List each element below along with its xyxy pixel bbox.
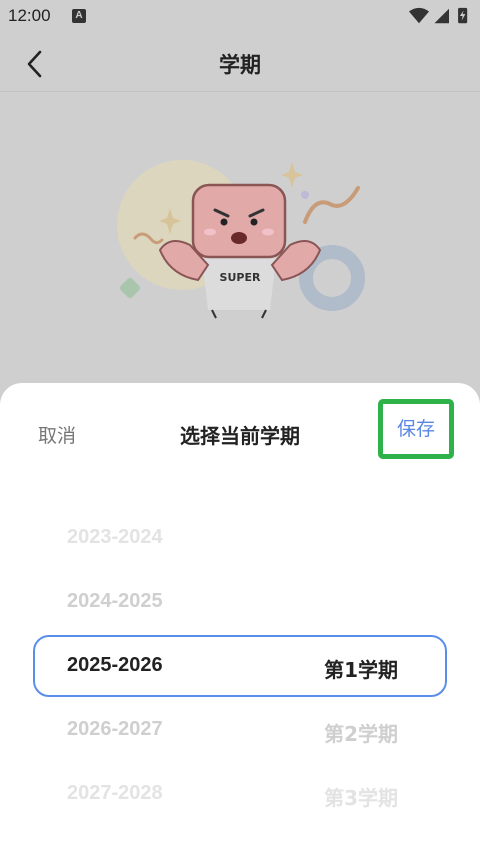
page-title: 学期 <box>219 53 261 77</box>
term-option-selected[interactable]: 第1学期 <box>324 654 398 683</box>
status-bar: 12:00 A <box>0 0 480 34</box>
status-icons <box>409 7 468 24</box>
semester-picker[interactable]: 2023-2024 2024-2025 2025-2026 第1学期 2026-… <box>0 509 480 849</box>
year-option-selected[interactable]: 2025-2026 <box>67 654 163 677</box>
wifi-icon <box>409 7 429 24</box>
status-time: 12:00 <box>8 6 51 25</box>
mascot-illustration: SUPER <box>117 160 365 319</box>
year-option[interactable]: 2023-2024 <box>67 526 163 549</box>
picker-row[interactable]: 2024-2025 <box>0 573 480 633</box>
shirt-text: SUPER <box>220 271 261 284</box>
notification-icon: A <box>72 9 86 23</box>
save-button[interactable]: 保存 <box>378 399 454 459</box>
term-option[interactable]: 第3学期 <box>324 782 398 811</box>
picker-row[interactable]: 2023-2024 <box>0 509 480 569</box>
year-option[interactable]: 2024-2025 <box>67 590 163 613</box>
picker-row[interactable]: 2026-2027 第2学期 <box>0 701 480 761</box>
app-bar: 学期 <box>0 34 480 92</box>
year-option[interactable]: 2026-2027 <box>67 718 163 741</box>
picker-row-selected[interactable]: 2025-2026 第1学期 <box>0 637 480 697</box>
term-option[interactable]: 第2学期 <box>324 718 398 747</box>
signal-icon <box>434 8 449 24</box>
year-option[interactable]: 2027-2028 <box>67 782 163 805</box>
picker-row[interactable]: 2027-2028 第3学期 <box>0 765 480 825</box>
semester-picker-sheet: 取消 选择当前学期 保存 2023-2024 2024-2025 2025-20… <box>0 383 480 853</box>
